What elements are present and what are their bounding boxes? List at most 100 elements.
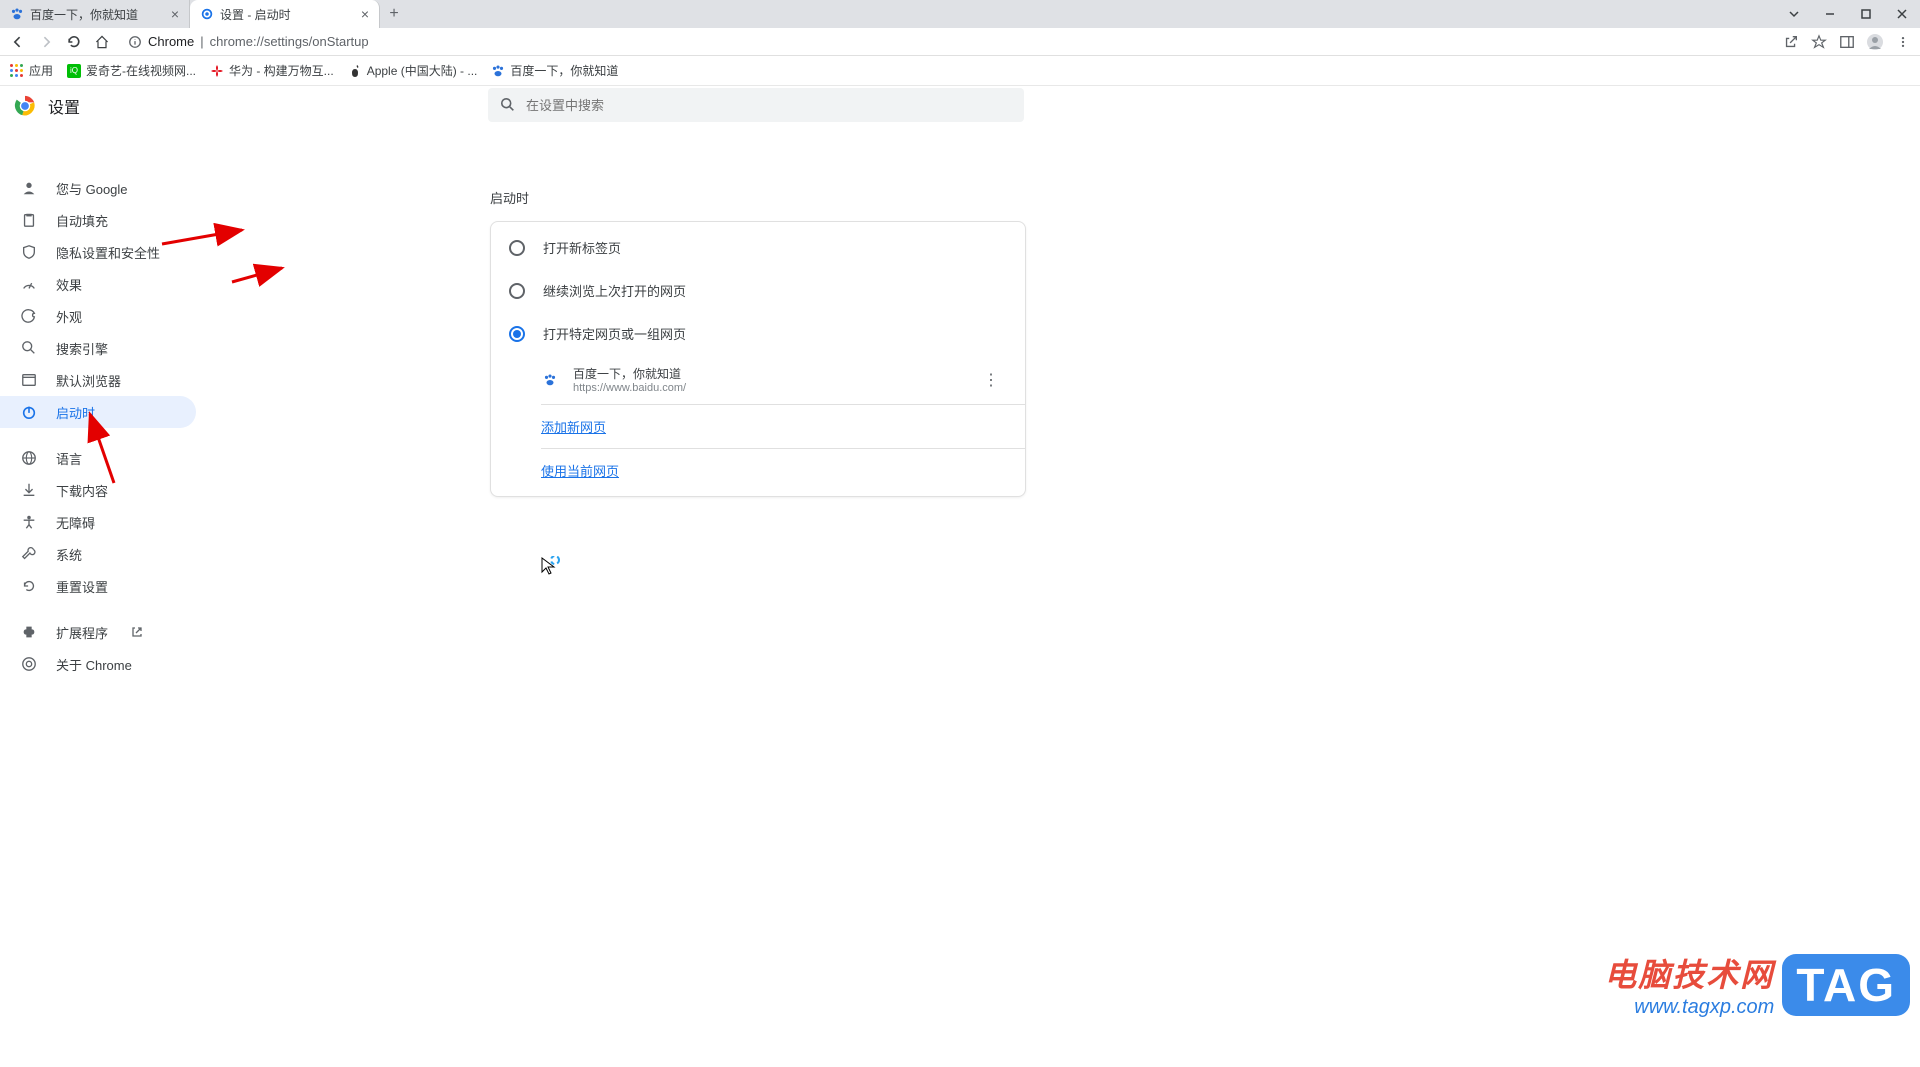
mouse-cursor (540, 556, 562, 583)
radio-continue[interactable]: 继续浏览上次打开的网页 (491, 269, 1025, 312)
puzzle-icon (20, 623, 38, 641)
sidebar-item-about[interactable]: 关于 Chrome (0, 648, 196, 680)
share-icon[interactable] (1782, 33, 1800, 51)
minimize-button[interactable] (1812, 0, 1848, 28)
radio-icon (509, 283, 525, 299)
wrench-icon (20, 545, 38, 563)
startup-page-title: 百度一下，你就知道 (573, 365, 686, 382)
new-tab-button[interactable]: + (380, 5, 408, 23)
radio-new-tab[interactable]: 打开新标签页 (491, 226, 1025, 269)
window-titlebar: 百度一下，你就知道 × 设置 - 启动时 × + (0, 0, 1920, 28)
close-icon[interactable]: × (361, 6, 369, 22)
watermark: 电脑技术网 www.tagxp.com TAG (1604, 950, 1910, 1019)
startup-page-row: 百度一下，你就知道 https://www.baidu.com/ ⋮ (491, 355, 1025, 404)
back-button[interactable] (8, 32, 28, 52)
bookmark-item[interactable]: 百度一下，你就知道 (491, 62, 618, 79)
sidebar-item-privacy[interactable]: 隐私设置和安全性 (0, 236, 196, 268)
search-icon (20, 339, 38, 357)
tab-title: 设置 - 启动时 (220, 6, 291, 23)
iqiyi-icon: iQ (67, 64, 81, 78)
sidebar-item-system[interactable]: 系统 (0, 538, 196, 570)
sidebar-item-autofill[interactable]: 自动填充 (0, 204, 196, 236)
url-scheme: Chrome (148, 34, 194, 49)
search-input[interactable] (526, 98, 1012, 113)
radio-icon-checked (509, 326, 525, 342)
sidebar-item-performance[interactable]: 效果 (0, 268, 196, 300)
sidebar-item-on-startup[interactable]: 启动时 (0, 396, 196, 428)
site-info-icon (128, 35, 142, 49)
startup-page-url: https://www.baidu.com/ (573, 382, 686, 394)
tab-title: 百度一下，你就知道 (30, 6, 138, 23)
page-title: 设置 (48, 94, 80, 118)
apps-label: 应用 (29, 62, 53, 79)
sidebar-item-search-engine[interactable]: 搜索引擎 (0, 332, 196, 364)
apple-icon (348, 64, 362, 78)
radio-icon (509, 240, 525, 256)
chrome-icon (14, 95, 36, 117)
on-startup-card: 打开新标签页 继续浏览上次打开的网页 打开特定网页或一组网页 百度一下，你就知道… (490, 221, 1026, 497)
chrome-icon (20, 655, 38, 673)
power-icon (20, 403, 38, 421)
sidebar-item-accessibility[interactable]: 无障碍 (0, 506, 196, 538)
baidu-icon (541, 371, 559, 389)
browser-icon (20, 371, 38, 389)
section-title: 启动时 (490, 188, 529, 207)
more-icon[interactable]: ⋮ (983, 370, 1007, 390)
bookmarks-bar: 应用 iQ 爱奇艺-在线视频网... 华为 - 构建万物互... Apple (… (0, 56, 1920, 86)
baidu-icon (10, 7, 24, 21)
address-bar[interactable]: Chrome | chrome://settings/onStartup (128, 34, 369, 49)
watermark-url: www.tagxp.com (1634, 996, 1774, 1019)
dropdown-button[interactable] (1776, 0, 1812, 28)
shield-icon (20, 243, 38, 261)
globe-icon (20, 449, 38, 467)
sidebar-item-extensions[interactable]: 扩展程序 (0, 616, 196, 648)
settings-search[interactable] (488, 88, 1024, 122)
history-icon (20, 577, 38, 595)
speed-icon (20, 275, 38, 293)
profile-icon[interactable] (1866, 33, 1884, 51)
sidebar-item-downloads[interactable]: 下载内容 (0, 474, 196, 506)
sidebar-item-languages[interactable]: 语言 (0, 442, 196, 474)
url-text: chrome://settings/onStartup (210, 34, 369, 49)
add-new-page-link[interactable]: 添加新网页 (541, 420, 606, 435)
use-current-pages-row: 使用当前网页 (491, 449, 1025, 492)
apps-button[interactable]: 应用 (10, 62, 53, 79)
reload-button[interactable] (64, 32, 84, 52)
settings-sidebar: 您与 Google 自动填充 隐私设置和安全性 效果 外观 搜索引擎 默认浏览器… (0, 126, 234, 1067)
search-icon (500, 97, 516, 113)
star-icon[interactable] (1810, 33, 1828, 51)
palette-icon (20, 307, 38, 325)
forward-button[interactable] (36, 32, 56, 52)
watermark-title: 电脑技术网 (1604, 950, 1774, 996)
bookmark-item[interactable]: 华为 - 构建万物互... (210, 62, 334, 79)
side-panel-icon[interactable] (1838, 33, 1856, 51)
clipboard-icon (20, 211, 38, 229)
baidu-icon (491, 64, 505, 78)
add-new-page-row: 添加新网页 (491, 405, 1025, 448)
radio-specific-pages[interactable]: 打开特定网页或一组网页 (491, 312, 1025, 355)
maximize-button[interactable] (1848, 0, 1884, 28)
sidebar-item-you-and-google[interactable]: 您与 Google (0, 172, 196, 204)
window-controls (1776, 0, 1920, 28)
apps-icon (10, 64, 24, 78)
huawei-icon (210, 64, 224, 78)
sidebar-item-reset[interactable]: 重置设置 (0, 570, 196, 602)
home-button[interactable] (92, 32, 112, 52)
menu-icon[interactable] (1894, 33, 1912, 51)
browser-toolbar: Chrome | chrome://settings/onStartup (0, 28, 1920, 56)
sidebar-item-appearance[interactable]: 外观 (0, 300, 196, 332)
accessibility-icon (20, 513, 38, 531)
launch-icon (130, 625, 144, 639)
person-icon (20, 179, 38, 197)
close-window-button[interactable] (1884, 0, 1920, 28)
browser-tab[interactable]: 百度一下，你就知道 × (0, 0, 190, 28)
annotation-arrow (232, 262, 292, 293)
download-icon (20, 481, 38, 499)
close-icon[interactable]: × (171, 6, 179, 22)
sidebar-item-default-browser[interactable]: 默认浏览器 (0, 364, 196, 396)
use-current-pages-link[interactable]: 使用当前网页 (541, 464, 619, 479)
gear-icon (200, 7, 214, 21)
browser-tab-active[interactable]: 设置 - 启动时 × (190, 0, 380, 28)
bookmark-item[interactable]: iQ 爱奇艺-在线视频网... (67, 62, 196, 79)
bookmark-item[interactable]: Apple (中国大陆) - ... (348, 62, 478, 79)
